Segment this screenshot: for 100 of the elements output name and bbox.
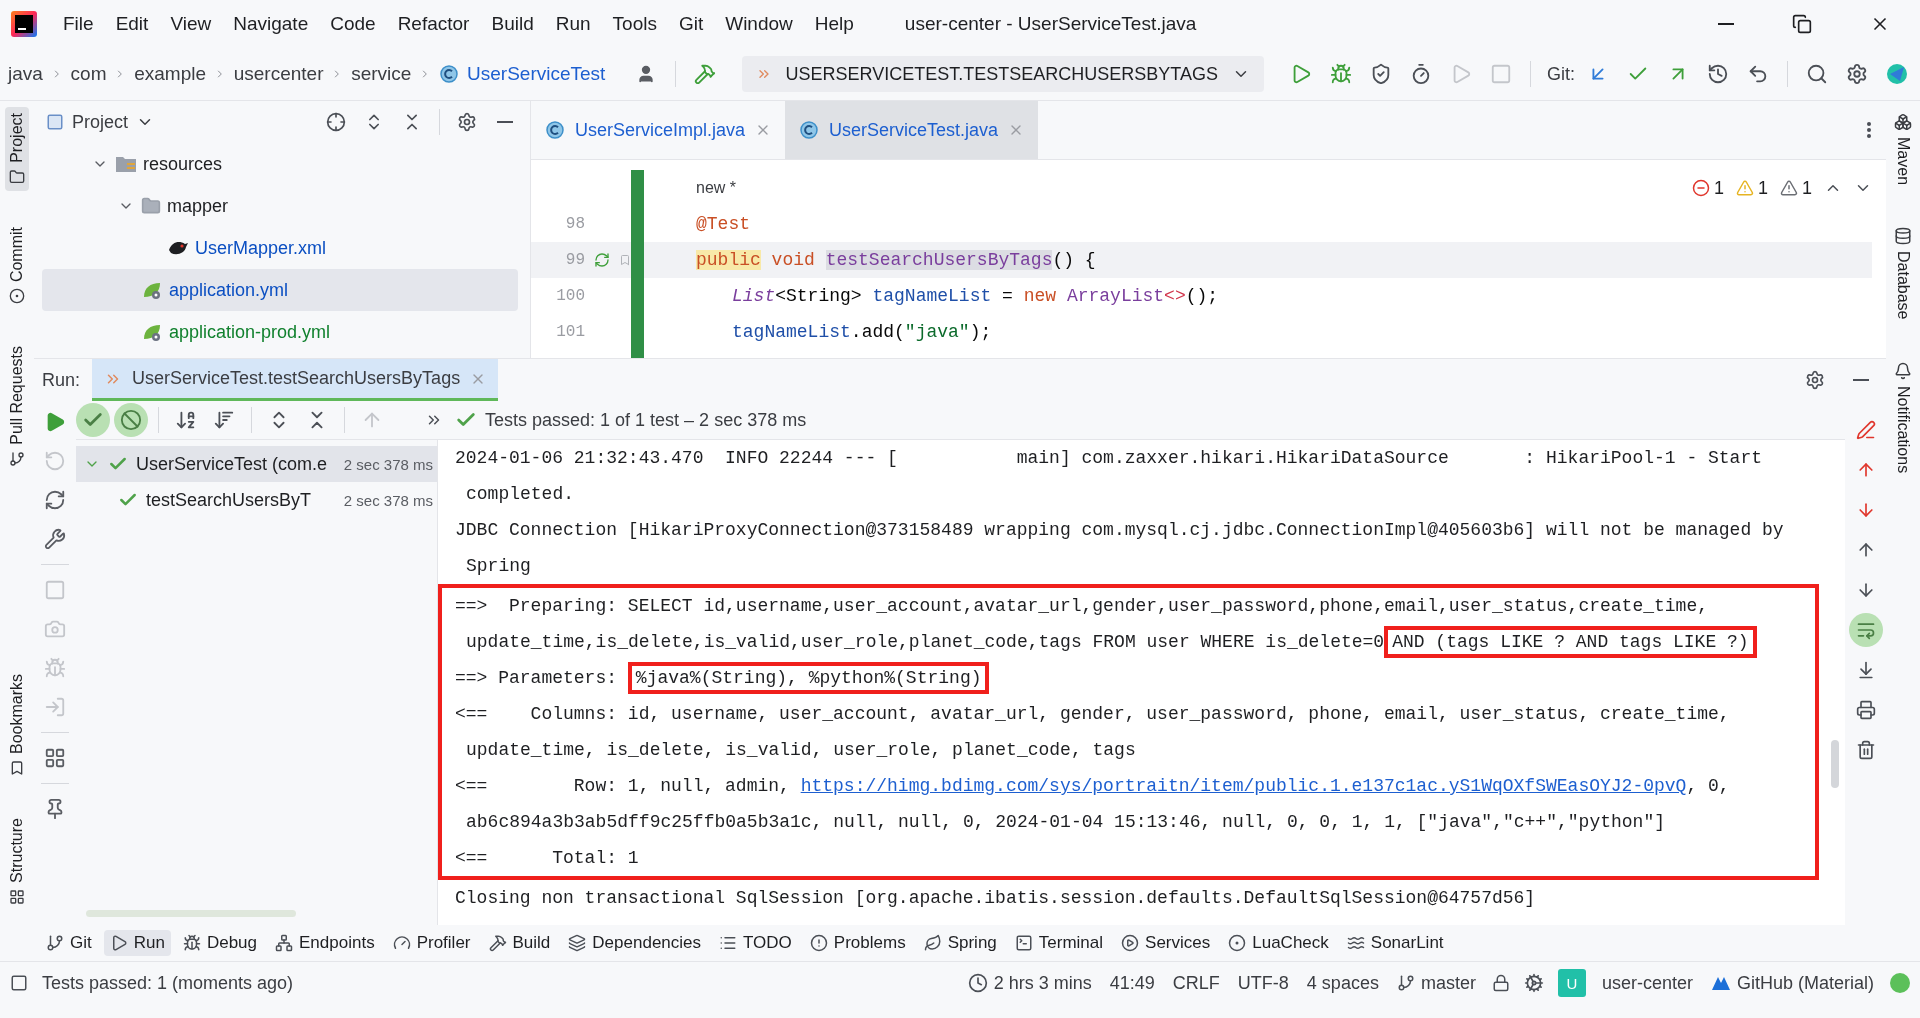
project-name[interactable]: user-center (1599, 972, 1695, 994)
time-tracker[interactable]: 2 hrs 3 mins (965, 972, 1094, 994)
layers-icon (568, 934, 587, 952)
tree-item[interactable]: resources (42, 143, 518, 185)
file-encoding[interactable]: UTF-8 (1235, 972, 1291, 994)
menu-item[interactable]: Build (480, 9, 545, 39)
target-icon (1228, 934, 1247, 952)
tree-item[interactable]: application-prod.yml (42, 311, 518, 353)
tool-window-tab[interactable]: Pull Requests (5, 339, 29, 473)
tool-window-button[interactable]: Profiler (386, 930, 477, 956)
caret-position[interactable]: 41:49 (1107, 972, 1157, 994)
tool-window-button[interactable]: Run (103, 930, 171, 956)
tool-window-tab[interactable]: Project (5, 107, 29, 191)
bug-icon (44, 657, 66, 679)
branch-icon (1396, 974, 1415, 992)
leaf-icon (923, 934, 942, 952)
run-configuration-dropdown[interactable]: USERSERVICETEST.TESTSEARCHUSERSBYTAGS (741, 56, 1264, 92)
menu-item[interactable]: Tools (601, 9, 668, 39)
menu-item[interactable]: Window (714, 9, 804, 39)
tool-window-tab[interactable]: Commit (5, 220, 29, 310)
history-icon (1706, 63, 1729, 85)
settings-icon (457, 112, 477, 132)
code-line: List<String> tagNameList = new ArrayList<>(); (731, 286, 1219, 306)
test-tree-item[interactable]: UserServiceTest (com.e 2 sec 378 ms (76, 446, 437, 482)
layout-icon (44, 747, 66, 769)
menu-item[interactable]: File (52, 9, 105, 39)
debug-icon (1329, 63, 1352, 85)
editor-tab[interactable]: UserServiceTest.java (785, 101, 1039, 159)
tool-window-tab[interactable]: Notifications (1891, 355, 1915, 479)
bell-icon (1894, 361, 1912, 380)
console-text: update_time,is_delete,is_valid,user_role,planet_code,tags FROM user WHERE is_delete=0 (466, 632, 1385, 652)
tool-window-button[interactable]: Git (40, 930, 98, 956)
debug-icon (182, 934, 201, 952)
window-title: user-center - UserServiceTest.java (904, 13, 1197, 35)
console-line: completed. (466, 484, 575, 504)
run-tab[interactable]: UserServiceTest.testSearchUsersByTags (92, 359, 499, 401)
tool-window-button[interactable]: Endpoints (269, 930, 381, 956)
crosshair-icon (326, 112, 346, 132)
tool-windows-icon (10, 974, 28, 992)
tool-window-button[interactable]: TODO (713, 930, 798, 956)
tool-window-button[interactable]: Services (1115, 930, 1217, 956)
tool-window-button[interactable]: Spring (917, 930, 1003, 956)
console-line: 2024-01-06 21:32:43.470 INFO 22244 --- [ main] com.zaxxer.hikari.HikariDataSource : HikariPool-1 - Start (455, 448, 1762, 468)
editor-tab[interactable]: UserServiceImpl.java (531, 101, 786, 159)
error-count[interactable]: 1 (1691, 177, 1724, 199)
show-passed-toggle[interactable] (76, 403, 110, 437)
tool-window-button[interactable]: Dependencies (562, 930, 708, 956)
app-logo-icon[interactable] (10, 10, 38, 38)
scrollbar-thumb[interactable] (86, 910, 296, 917)
tool-window-button[interactable]: SonarLint (1340, 930, 1450, 956)
tree-item[interactable]: UserMapper.xml (42, 227, 518, 269)
tool-window-button[interactable]: Terminal (1008, 930, 1110, 956)
trash-icon (1855, 740, 1876, 760)
weak-warning-count[interactable]: 1 (1780, 177, 1812, 199)
tool-window-button[interactable]: Build (482, 930, 557, 956)
tool-window-tab[interactable]: Database (1891, 221, 1915, 326)
restore-icon[interactable] (1792, 14, 1812, 34)
breadcrumb[interactable]: UserServiceTest (437, 61, 608, 87)
console-link[interactable]: https://himg.bdimg.com/sys/portraitn/item/public.1.e137c1ac.yS1WqOXfSWEasOYJ2-0pvQ (800, 776, 1687, 796)
indent-setting[interactable]: 4 spaces (1304, 972, 1381, 994)
tool-window-tab[interactable]: Bookmarks (5, 668, 29, 783)
console-line: <== Row: 1, null, admin, https://himg.bdimg.com/sys/portraitn/item/public.1.e137c1ac.yS1WqOXfSWEasOYJ2-0pvQ, 0, (455, 776, 1730, 796)
console-text: ==> Parameters: (455, 668, 619, 688)
line-separator[interactable]: CRLF (1170, 972, 1222, 994)
menu-item[interactable]: Run (544, 9, 602, 39)
scrollbar-thumb[interactable] (1831, 740, 1839, 788)
tool-window-button[interactable]: Debug (176, 930, 264, 956)
line-number: 99 (565, 251, 586, 269)
console-line: <== Columns: id, username, user_account, avatar_url, gender, user_password, phone, email, user_status, create_time, (455, 704, 1730, 724)
show-ignored-toggle[interactable] (114, 403, 148, 437)
class-icon (545, 120, 565, 140)
menu-item[interactable]: Code (319, 9, 387, 39)
tool-window-button[interactable]: LuaCheck (1222, 930, 1335, 956)
git-label: Git: (1546, 63, 1575, 85)
lock-icon (1491, 974, 1510, 992)
tree-item[interactable]: mapper (42, 185, 518, 227)
test-tree-item[interactable]: testSearchUsersByT 2 sec 378 ms (76, 482, 437, 518)
breadcrumb[interactable]: java (6, 61, 45, 87)
menu-item[interactable]: Git (667, 9, 715, 39)
tool-window-tab[interactable]: Maven (1891, 107, 1915, 192)
breadcrumb[interactable]: com (68, 61, 109, 87)
warning-count[interactable]: 1 (1735, 177, 1768, 199)
menu-item[interactable]: Refactor (386, 9, 481, 39)
theme-switcher[interactable]: GitHub (Material) (1708, 972, 1876, 994)
git-branch[interactable]: master (1394, 972, 1478, 994)
gauge-icon (392, 934, 411, 952)
menu-item[interactable]: Help (803, 9, 865, 39)
ban-icon (120, 409, 142, 431)
code-line: public void testSearchUsersByTags() { (696, 250, 1096, 270)
tool-window-button[interactable]: Problems (803, 930, 912, 956)
breadcrumb[interactable]: usercenter (231, 61, 326, 87)
tree-item[interactable]: application.yml (42, 269, 518, 311)
tool-window-tab[interactable]: Structure (5, 812, 29, 911)
breadcrumb[interactable]: example (132, 61, 208, 87)
project-view-selector[interactable]: Project (42, 111, 159, 133)
menu-item[interactable]: Navigate (222, 9, 320, 39)
menu-item[interactable]: Edit (104, 9, 160, 39)
breadcrumb[interactable]: service (349, 61, 414, 87)
menu-item[interactable]: View (159, 9, 223, 39)
soft-wrap-toggle[interactable] (1848, 613, 1883, 647)
